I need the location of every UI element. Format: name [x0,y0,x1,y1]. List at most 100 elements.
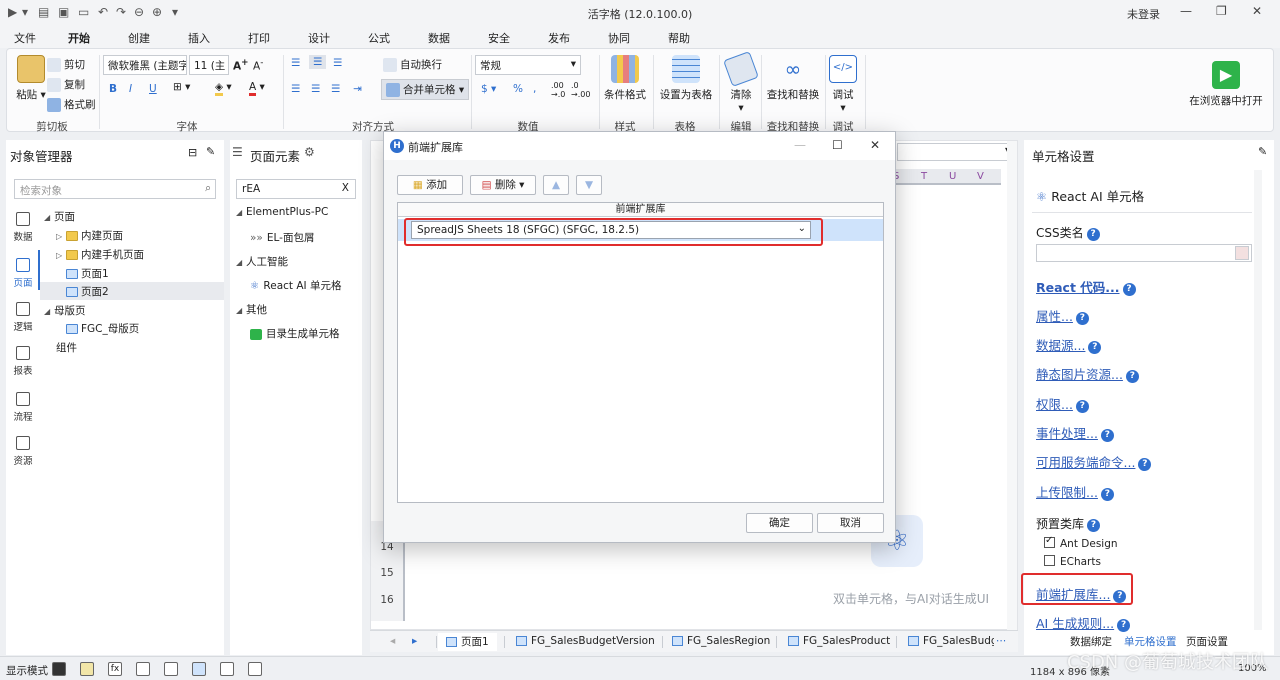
maximize-icon[interactable]: ☐ [832,138,843,152]
merge-cells-button[interactable]: 合并单元格 ▾ [381,79,470,100]
column-v[interactable]: V [977,171,984,182]
layout-icon[interactable] [220,662,234,676]
bold-button[interactable]: B [109,83,117,95]
login-status[interactable]: 未登录 [1127,6,1160,22]
pin-icon[interactable]: ✎ [206,145,215,158]
object-search-input[interactable]: 检索对象 ⌕ [14,179,216,199]
fill-color-icon[interactable]: ◈ ▾ [215,81,232,96]
minimize-icon[interactable]: — [794,138,806,152]
sidebar-item-logic[interactable]: 逻辑 [6,302,40,333]
sidebar-item-resource[interactable]: 资源 [6,436,40,467]
help-icon[interactable]: ? [1122,283,1136,296]
align-top-icon[interactable]: ☰ [291,57,300,69]
sidebar-item-page[interactable]: 页面 [6,258,40,289]
move-down-button[interactable]: ▼ [576,175,602,195]
edit-icon[interactable] [1235,246,1249,260]
group-other[interactable]: ◢ 其他 [236,302,267,317]
data-source-link[interactable]: 数据源...? [1036,335,1102,354]
preset-echarts-checkbox[interactable]: ECharts [1044,555,1101,568]
vertical-scrollbar[interactable] [1007,141,1017,631]
dropdown-icon[interactable]: ▾ [22,5,28,19]
align-center-icon[interactable]: ☰ [311,83,320,95]
help-icon[interactable]: ? [1117,619,1131,632]
new-file-icon[interactable]: ▤ [38,5,49,19]
percent-button[interactable]: % [513,83,523,95]
window-icon[interactable] [248,662,262,676]
minimize-icon[interactable]: — [1180,4,1192,18]
element-react-ai-cell[interactable]: ⚛ React AI 单元格 [250,278,342,293]
align-right-icon[interactable]: ☰ [331,83,340,95]
grid-icon[interactable] [192,662,206,676]
align-left-icon[interactable]: ☰ [291,83,300,95]
react-code-link[interactable]: React 代码...? [1036,277,1136,296]
wrap-text-button[interactable]: 自动换行 [383,57,442,72]
tab-print[interactable]: 打印 [248,30,270,46]
sheet-tab-product[interactable]: FG_SalesProduct [788,635,890,647]
vertical-scrollbar[interactable] [1254,170,1262,630]
sheet-tab-budget[interactable]: FG_SalesBudg [908,635,994,647]
tab-next-icon[interactable]: ▸ [412,635,417,647]
decrease-decimal-icon[interactable]: .0 →.00 [571,81,590,99]
close-icon[interactable]: ✕ [1252,4,1262,18]
tree-item-pages[interactable]: ◢ 页面 [44,209,75,224]
tab-create[interactable]: 创建 [128,30,150,46]
debug-button[interactable]: </> 调试 ▾ [827,55,859,114]
canvas-combo[interactable]: ▾ [897,143,1017,161]
clear-search-icon[interactable]: X [342,182,349,194]
clear-button[interactable]: 清除 ▾ [723,51,759,114]
tab-prev-icon[interactable]: ◂ [390,635,395,647]
sheet-tab-budget-version[interactable]: FG_SalesBudgetVersion [516,635,655,647]
italic-button[interactable]: I [129,83,132,95]
sidebar-item-data[interactable]: 数据 [6,212,40,243]
paste-button[interactable]: 粘贴 ▾ [13,55,49,102]
event-handling-link[interactable]: 事件处理...? [1036,423,1114,442]
sidebar-item-report[interactable]: 报表 [6,346,40,377]
tab-collaborate[interactable]: 协同 [608,30,630,46]
tree-item-new-page[interactable]: ▷ 内建页面 [56,228,123,243]
format-painter-button[interactable]: 格式刷 [47,97,96,112]
set-as-table-button[interactable]: 设置为表格 [657,55,715,102]
tree-item-page1[interactable]: 页面1 [66,266,109,281]
element-toc-cell[interactable]: 目录生成单元格 [250,326,340,341]
indent-icon[interactable]: ⇥ [353,83,362,95]
server-commands-link[interactable]: 可用服务端命令...? [1036,452,1152,471]
help-icon[interactable]: ? [1075,400,1089,413]
gear-icon[interactable]: ⚙ [304,145,315,159]
sheet-tab-page1[interactable]: 页面1 [438,633,497,651]
currency-button[interactable]: $ ▾ [481,83,496,95]
font-family-select[interactable]: 微软雅黑 (主题字 [103,55,187,75]
align-bottom-icon[interactable]: ☰ [333,57,342,69]
conditional-format-button[interactable]: 条件格式 [603,55,647,102]
open-in-browser-button[interactable]: ▶ 在浏览器中打开 [1183,61,1269,108]
tab-design[interactable]: 设计 [308,30,330,46]
tab-help[interactable]: 帮助 [668,30,690,46]
font-size-select[interactable]: 11 (主 [189,55,229,75]
tab-security[interactable]: 安全 [488,30,510,46]
ai-rules-link[interactable]: AI 生成规则...? [1036,613,1131,632]
customize-icon[interactable]: ▾ [172,5,178,19]
group-elementplus[interactable]: ◢ ElementPlus-PC [236,206,328,218]
help-icon[interactable]: ? [1086,228,1100,241]
table-icon[interactable] [164,662,178,676]
align-middle-icon[interactable]: ☰ [309,55,327,69]
column-t[interactable]: T [921,171,927,182]
help-icon[interactable]: ? [1075,312,1089,325]
close-icon[interactable]: ✕ [870,138,880,152]
tab-data-binding[interactable]: 数据绑定 [1070,634,1112,649]
row-16[interactable]: 16 [371,594,403,606]
tree-item-new-mobile-page[interactable]: ▷ 内建手机页面 [56,247,144,262]
pin-icon[interactable]: ✎ [1258,145,1267,158]
redo-icon[interactable]: ↷ [116,5,126,19]
chart-icon[interactable] [136,662,150,676]
tab-insert[interactable]: 插入 [188,30,210,46]
shrink-font-icon[interactable]: A- [253,58,263,73]
font-color-icon[interactable]: A ▾ [249,81,265,96]
tab-data[interactable]: 数据 [428,30,450,46]
tree-item-components[interactable]: 组件 [56,340,77,355]
tree-item-master[interactable]: ◢ 母版页 [44,303,86,318]
run-icon[interactable]: ▶ [8,5,17,19]
tab-page-settings[interactable]: 页面设置 [1186,634,1228,649]
group-ai[interactable]: ◢ 人工智能 [236,254,288,269]
tab-file[interactable]: 文件 [14,30,36,46]
column-u[interactable]: U [949,171,956,182]
